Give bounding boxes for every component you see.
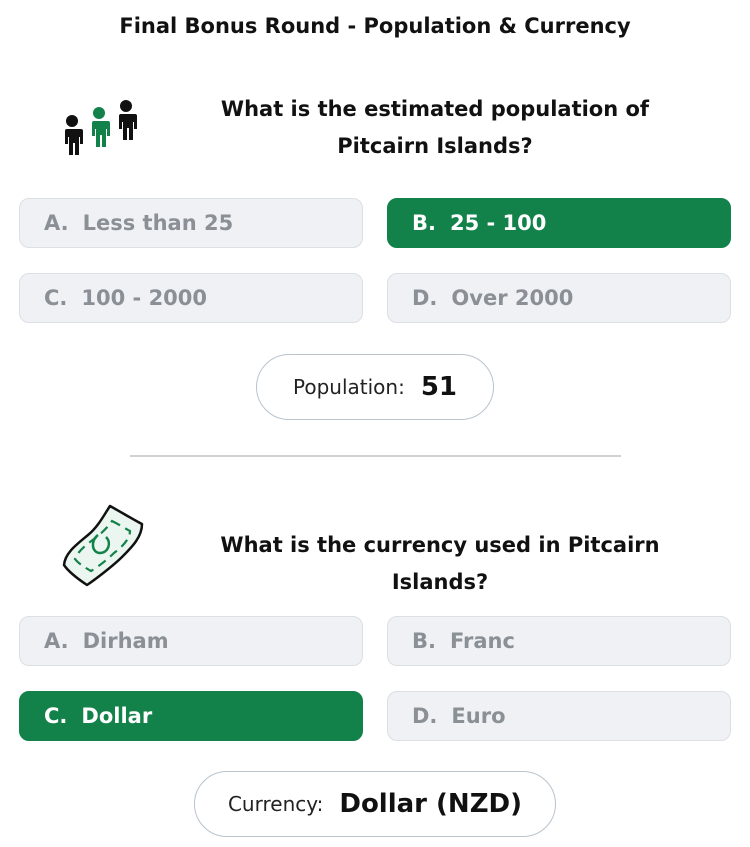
population-option-b[interactable]: B. 25 - 100 — [387, 198, 731, 248]
option-letter: D. — [412, 704, 438, 728]
option-text: Dollar — [81, 704, 153, 728]
option-letter: B. — [412, 629, 436, 653]
population-option-a[interactable]: A. Less than 25 — [19, 198, 363, 248]
currency-result-value: Dollar (NZD) — [339, 789, 523, 819]
option-letter: C. — [44, 286, 68, 310]
population-result-value: 51 — [420, 372, 457, 402]
currency-option-b[interactable]: B. Franc — [387, 616, 731, 666]
currency-result: Currency: Dollar (NZD) — [194, 771, 556, 837]
currency-option-d[interactable]: D. Euro — [387, 691, 731, 741]
people-icon — [57, 97, 141, 161]
option-text: 100 - 2000 — [81, 286, 208, 310]
option-letter: A. — [44, 211, 69, 235]
currency-result-label: Currency: — [227, 792, 324, 816]
page-title: Final Bonus Round - Population & Currenc… — [119, 14, 631, 38]
option-letter: A. — [44, 629, 69, 653]
option-letter: C. — [44, 704, 68, 728]
option-text: Over 2000 — [451, 286, 574, 310]
currency-option-c[interactable]: C. Dollar — [19, 691, 363, 741]
option-text: Dirham — [82, 629, 169, 653]
option-text: 25 - 100 — [449, 211, 547, 235]
option-letter: D. — [412, 286, 438, 310]
population-result: Population: 51 — [256, 354, 494, 420]
population-option-d[interactable]: D. Over 2000 — [387, 273, 731, 323]
option-text: Franc — [449, 629, 515, 653]
banknote-icon — [60, 503, 146, 591]
option-text: Euro — [451, 704, 506, 728]
currency-question: What is the currency used in Pitcairn Is… — [220, 533, 660, 594]
population-result-label: Population: — [292, 375, 405, 399]
option-text: Less than 25 — [82, 211, 234, 235]
option-letter: B. — [412, 211, 436, 235]
population-question: What is the estimated population of Pitc… — [220, 97, 650, 158]
population-option-c[interactable]: C. 100 - 2000 — [19, 273, 363, 323]
section-divider — [130, 455, 621, 457]
currency-option-a[interactable]: A. Dirham — [19, 616, 363, 666]
